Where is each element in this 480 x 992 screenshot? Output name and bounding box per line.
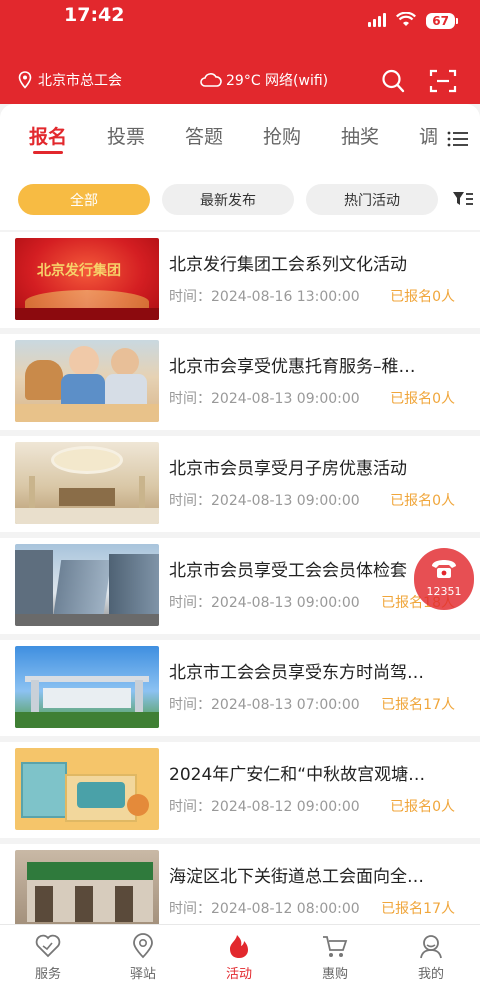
tab-lottery[interactable]: 抽奖 — [341, 122, 379, 149]
phone-icon — [432, 560, 456, 578]
activity-time: 时间：2024-08-12 08:00:00 — [169, 901, 360, 917]
signal-icon — [368, 12, 387, 27]
search-icon[interactable] — [381, 68, 405, 94]
hotline-button[interactable]: 12351 — [414, 548, 474, 610]
tab-flash-sale[interactable]: 抢购 — [263, 122, 301, 149]
tab-survey[interactable]: 调 — [419, 122, 438, 149]
location-pin-icon — [18, 71, 32, 89]
bottom-nav: 服务 驿站 活动 惠购 我的 — [0, 924, 480, 992]
nav-service[interactable]: 服务 — [18, 933, 78, 982]
activity-item[interactable]: 北京市会员享受月子房优惠活动 时间：2024-08-13 09:00:00 已报… — [0, 436, 480, 532]
nav-label: 惠购 — [321, 967, 348, 982]
activity-time: 时间：2024-08-13 09:00:00 — [169, 595, 360, 611]
weather-info: 29°C 网络(wifi) — [200, 70, 328, 90]
category-tabs: 报名 投票 答题 抢购 抽奖 调 — [0, 104, 480, 168]
location-selector[interactable]: 北京市总工会 — [18, 70, 122, 90]
nav-label: 活动 — [225, 967, 252, 982]
activity-thumbnail — [15, 748, 159, 830]
battery-icon: 67 — [426, 13, 455, 29]
activity-item[interactable]: 北京市会享受优惠托育服务–稚… 时间：2024-08-13 09:00:00 已… — [0, 334, 480, 430]
activity-title: 北京发行集团工会系列文化活动 — [169, 255, 407, 275]
activity-thumbnail — [15, 544, 159, 626]
nav-shopping[interactable]: 惠购 — [305, 933, 365, 982]
location-label: 北京市总工会 — [38, 73, 122, 89]
activity-title: 海淀区北下关街道总工会面向全… — [169, 867, 424, 887]
tab-menu-button[interactable] — [444, 126, 474, 152]
cart-icon — [323, 936, 348, 957]
activity-thumbnail — [15, 646, 159, 728]
tab-active-indicator — [33, 151, 63, 154]
nav-label: 我的 — [417, 967, 444, 982]
activity-time: 时间：2024-08-13 09:00:00 — [169, 391, 360, 407]
activity-title: 2024年广安仁和“中秋故宫观塘… — [169, 765, 426, 785]
filter-popular[interactable]: 热门活动 — [306, 184, 438, 215]
nav-label: 驿站 — [129, 967, 156, 982]
filter-bar: 全部 最新发布 热门活动 — [0, 168, 480, 230]
app-header: 17:42 67 北京市总工会 29°C 网络(wifi) — [0, 0, 480, 104]
tab-vote[interactable]: 投票 — [107, 122, 145, 149]
heart-icon — [35, 934, 61, 958]
status-icons: 67 — [368, 10, 458, 29]
nav-station[interactable]: 驿站 — [113, 933, 173, 982]
activity-item[interactable]: 北京市工会会员享受东方时尚驾… 时间：2024-08-13 07:00:00 已… — [0, 640, 480, 736]
signup-count: 已报名17人 — [381, 697, 455, 713]
thumbnail-caption: 北京发行集团 — [37, 263, 121, 279]
signup-count: 已报名0人 — [390, 493, 455, 509]
filter-sort-icon[interactable] — [452, 190, 474, 208]
activity-thumbnail: 北京发行集团 — [15, 238, 159, 320]
nav-activity[interactable]: 活动 — [209, 933, 269, 982]
filter-all[interactable]: 全部 — [18, 184, 150, 215]
activity-thumbnail — [15, 850, 159, 932]
activity-thumbnail — [15, 442, 159, 524]
menu-list-icon — [447, 131, 468, 147]
weather-label: 29°C 网络(wifi) — [226, 73, 329, 89]
activity-title: 北京市会享受优惠托育服务–稚… — [169, 357, 416, 377]
activity-item[interactable]: 北京发行集团 北京发行集团工会系列文化活动 时间：2024-08-16 13:0… — [0, 232, 480, 328]
activity-item[interactable]: 2024年广安仁和“中秋故宫观塘… 时间：2024-08-12 09:00:00… — [0, 742, 480, 838]
activity-time: 时间：2024-08-13 07:00:00 — [169, 697, 360, 713]
activity-time: 时间：2024-08-16 13:00:00 — [169, 289, 360, 305]
nav-mine[interactable]: 我的 — [401, 933, 461, 982]
signup-count: 已报名0人 — [390, 391, 455, 407]
activity-time: 时间：2024-08-12 09:00:00 — [169, 799, 360, 815]
flame-icon — [230, 935, 248, 958]
signup-count: 已报名0人 — [390, 799, 455, 815]
activity-time: 时间：2024-08-13 09:00:00 — [169, 493, 360, 509]
signup-count: 已报名0人 — [390, 289, 455, 305]
scan-icon[interactable] — [429, 68, 457, 94]
nav-label: 服务 — [34, 967, 61, 982]
user-icon — [420, 935, 442, 959]
hotline-number: 12351 — [426, 585, 462, 598]
tab-quiz[interactable]: 答题 — [185, 122, 223, 149]
cloud-icon — [200, 73, 222, 87]
status-time: 17:42 — [64, 4, 125, 26]
activity-item[interactable]: 北京市会员享受工会会员体检套 时间：2024-08-13 09:00:00 已报… — [0, 538, 480, 634]
filter-latest[interactable]: 最新发布 — [162, 184, 294, 215]
wifi-icon — [396, 12, 417, 26]
tab-signup[interactable]: 报名 — [29, 122, 67, 149]
station-pin-icon — [133, 933, 153, 959]
activity-title: 北京市工会会员享受东方时尚驾… — [169, 663, 424, 683]
signup-count: 已报名17人 — [381, 901, 455, 917]
activity-thumbnail — [15, 340, 159, 422]
activity-title: 北京市会员享受月子房优惠活动 — [169, 459, 407, 479]
